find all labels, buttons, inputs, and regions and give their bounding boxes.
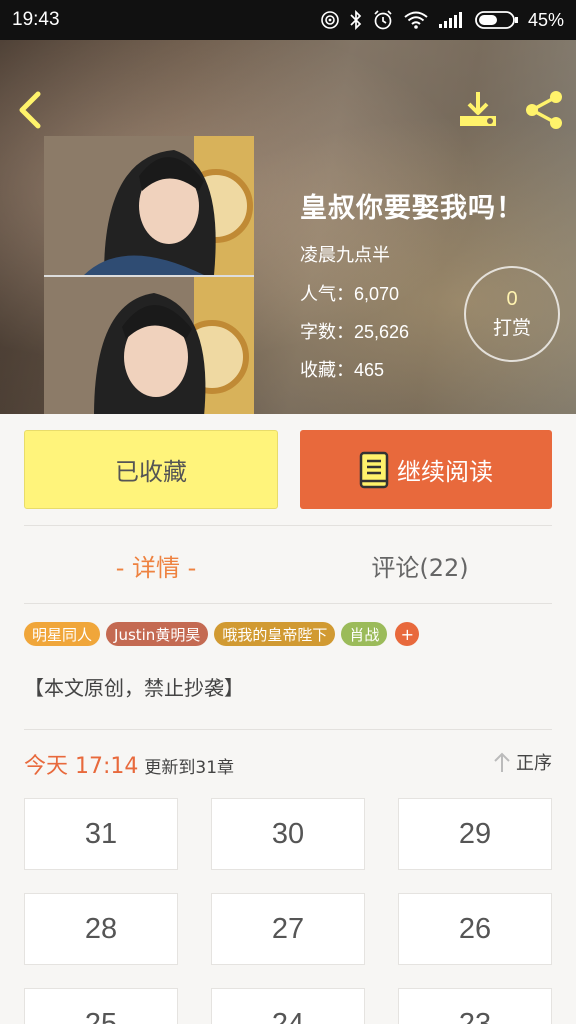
reward-label: 打赏 bbox=[492, 317, 531, 339]
book-title: 皇叔你要娶我吗！ bbox=[300, 193, 524, 224]
bluetooth-icon bbox=[350, 10, 362, 30]
back-button[interactable] bbox=[14, 88, 50, 132]
share-button[interactable] bbox=[522, 88, 568, 132]
status-time: 19:43 bbox=[12, 9, 60, 30]
update-info: 今天 17:14 更新到31章 正序 bbox=[24, 748, 552, 780]
reward-button[interactable]: 0 打赏 bbox=[464, 266, 560, 362]
arrow-up-icon bbox=[494, 752, 510, 772]
chapter-item[interactable]: 25 bbox=[24, 988, 178, 1024]
tag-item[interactable]: 哦我的皇帝陛下 bbox=[214, 622, 336, 646]
cover-image-top bbox=[44, 136, 254, 275]
share-icon bbox=[526, 91, 562, 129]
continue-reading-label: 继续阅读 bbox=[397, 458, 493, 486]
update-time: 今天 17:14 bbox=[24, 754, 139, 779]
book-author[interactable]: 凌晨九点半 bbox=[300, 241, 524, 267]
sort-order-label: 正序 bbox=[516, 753, 552, 774]
favorites-count: 收藏：465 bbox=[300, 360, 385, 380]
chapter-grid: 31 30 29 28 27 26 25 24 23 bbox=[24, 798, 552, 1024]
collected-button[interactable]: 已收藏 bbox=[24, 430, 278, 509]
divider bbox=[24, 603, 552, 604]
tab-comments[interactable]: 评论(22) bbox=[288, 548, 552, 583]
tag-item[interactable]: Justin黄明昊 bbox=[106, 622, 209, 646]
download-icon bbox=[460, 92, 496, 126]
chapter-item[interactable]: 26 bbox=[398, 893, 552, 965]
add-tag-button[interactable]: + bbox=[395, 622, 420, 646]
chapter-item[interactable]: 29 bbox=[398, 798, 552, 870]
update-text: 更新到31章 bbox=[144, 758, 235, 778]
reward-count: 0 bbox=[506, 288, 518, 310]
chevron-left-icon bbox=[19, 91, 41, 129]
chapter-item[interactable]: 27 bbox=[211, 893, 365, 965]
collected-label: 已收藏 bbox=[115, 458, 187, 486]
download-button[interactable] bbox=[456, 88, 502, 132]
hotspot-icon bbox=[321, 11, 339, 29]
chapter-item[interactable]: 31 bbox=[24, 798, 178, 870]
signal-icon bbox=[438, 12, 462, 28]
tag-item[interactable]: 明星同人 bbox=[24, 622, 101, 646]
battery-icon bbox=[475, 11, 518, 29]
alarm-icon bbox=[374, 10, 392, 30]
cover-image-bottom bbox=[44, 275, 254, 414]
tag-list: 明星同人 Justin黄明昊 哦我的皇帝陛下 肖战 + bbox=[24, 622, 420, 646]
chapter-item[interactable]: 23 bbox=[398, 988, 552, 1024]
sort-order-button[interactable]: 正序 bbox=[492, 749, 552, 775]
continue-reading-button[interactable]: 继续阅读 bbox=[300, 430, 552, 509]
wifi-icon bbox=[404, 11, 428, 29]
chapter-item[interactable]: 28 bbox=[24, 893, 178, 965]
book-header: 皇叔你要娶我吗！ 凌晨九点半 人气：6,070 字数：25,626 收藏：465… bbox=[0, 40, 576, 414]
battery-percent: 45% bbox=[527, 9, 564, 30]
divider bbox=[24, 729, 552, 730]
chapter-item[interactable]: 30 bbox=[211, 798, 365, 870]
divider bbox=[24, 525, 552, 526]
chapter-item[interactable]: 24 bbox=[211, 988, 365, 1024]
book-cover[interactable] bbox=[44, 136, 254, 414]
status-bar: 19:43 45% bbox=[0, 0, 576, 40]
tag-item[interactable]: 肖战 bbox=[341, 622, 388, 646]
tab-detail[interactable]: - 详情 - bbox=[24, 548, 288, 583]
book-icon bbox=[359, 451, 389, 488]
book-description: 【本文原创，禁止抄袭】 bbox=[24, 676, 244, 700]
status-icons: 45% bbox=[320, 9, 564, 31]
